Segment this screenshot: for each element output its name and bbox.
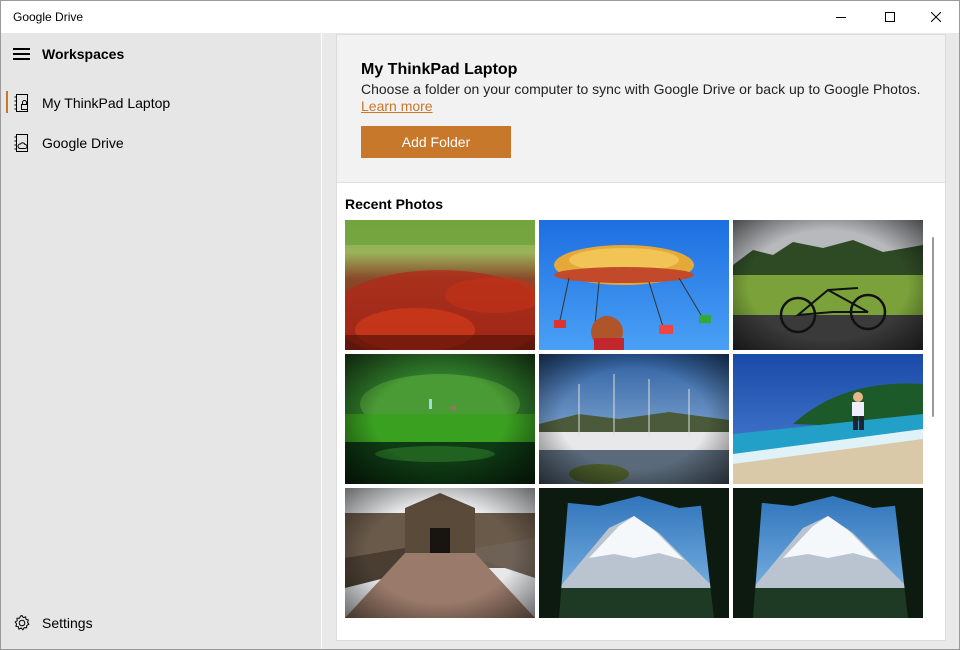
photo-fort-gate[interactable] — [345, 488, 535, 618]
maximize-icon — [885, 12, 895, 22]
sidebar: Workspaces My ThinkPad Laptop Google Dri… — [1, 33, 321, 649]
photo-boy-beach[interactable] — [733, 354, 923, 484]
app-window: Google Drive Workspaces My ThinkPad Lapt… — [0, 0, 960, 650]
window-title: Google Drive — [13, 10, 84, 24]
minimize-button[interactable] — [818, 1, 864, 33]
laptop-folder-icon — [14, 94, 28, 112]
sidebar-title: Workspaces — [42, 46, 125, 62]
add-folder-button[interactable]: Add Folder — [361, 126, 511, 158]
card-header: My ThinkPad Laptop Choose a folder on yo… — [337, 35, 945, 183]
sidebar-item-settings[interactable]: Settings — [1, 603, 321, 643]
sidebar-item-label: Google Drive — [42, 135, 124, 151]
sidebar-item-label: My ThinkPad Laptop — [42, 95, 171, 111]
close-button[interactable] — [913, 1, 959, 33]
photo-bicycle-field[interactable] — [733, 220, 923, 350]
device-card: My ThinkPad Laptop Choose a folder on yo… — [336, 34, 946, 641]
learn-more-link[interactable]: Learn more — [361, 98, 433, 114]
scrollbar-thumb[interactable] — [932, 237, 934, 417]
sidebar-item-label: Settings — [42, 615, 93, 631]
sidebar-item-google-drive[interactable]: Google Drive — [1, 123, 321, 163]
hamburger-menu-icon[interactable] — [13, 48, 31, 60]
gear-icon — [14, 615, 30, 631]
photo-marina-boats[interactable] — [539, 354, 729, 484]
title-bar: Google Drive — [1, 1, 959, 33]
photo-snowy-mountain-2[interactable] — [733, 488, 923, 618]
main-pane: My ThinkPad Laptop Choose a folder on yo… — [322, 33, 959, 649]
recent-photos-heading: Recent Photos — [345, 196, 444, 212]
selection-indicator — [6, 91, 8, 113]
minimize-icon — [836, 17, 846, 18]
photo-red-flowers-path[interactable] — [345, 220, 535, 350]
page-description: Choose a folder on your computer to sync… — [361, 81, 921, 97]
page-title: My ThinkPad Laptop — [361, 61, 518, 78]
photo-snowy-mountain[interactable] — [539, 488, 729, 618]
photo-carnival-swing-ride[interactable] — [539, 220, 729, 350]
sidebar-item-my-thinkpad-laptop[interactable]: My ThinkPad Laptop — [1, 83, 321, 123]
photo-green-pond[interactable] — [345, 354, 535, 484]
maximize-button[interactable] — [867, 1, 913, 33]
close-icon — [931, 12, 941, 22]
drive-folder-icon — [14, 134, 28, 152]
sidebar-header: Workspaces — [1, 33, 321, 75]
